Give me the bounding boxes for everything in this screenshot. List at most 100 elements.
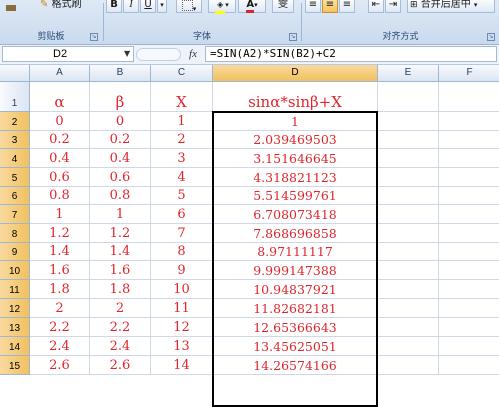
cell-c7[interactable]: 6 bbox=[151, 205, 213, 224]
cell-a1[interactable]: α bbox=[30, 82, 90, 112]
cell-c2[interactable]: 1 bbox=[151, 112, 213, 131]
cell-a10[interactable]: 1.6 bbox=[30, 261, 90, 280]
name-box-resize-handle[interactable] bbox=[136, 48, 181, 61]
cell-b13[interactable]: 2.2 bbox=[90, 318, 151, 337]
cell-b6[interactable]: 0.8 bbox=[90, 187, 151, 205]
cell-a14[interactable]: 2.4 bbox=[30, 337, 90, 356]
cell-f8[interactable] bbox=[439, 224, 499, 243]
cell-d14[interactable]: 13.45625051 bbox=[213, 337, 378, 356]
cell-c9[interactable]: 8 bbox=[151, 243, 213, 261]
cell-c10[interactable]: 9 bbox=[151, 261, 213, 280]
cell-a9[interactable]: 1.4 bbox=[30, 243, 90, 261]
cell-d10[interactable]: 9.999147388 bbox=[213, 261, 378, 280]
cell-d15[interactable]: 14.26574166 bbox=[213, 356, 378, 375]
column-header-b[interactable]: B bbox=[90, 65, 151, 82]
column-header-f[interactable]: F bbox=[439, 65, 499, 82]
name-box[interactable]: D2 bbox=[2, 46, 134, 62]
column-header-a[interactable]: A bbox=[30, 65, 90, 82]
cell-e13[interactable] bbox=[378, 318, 439, 337]
clipboard-launcher-icon[interactable]: ↘ bbox=[90, 33, 98, 41]
align-center-button[interactable]: ≡ bbox=[322, 0, 338, 13]
row-header[interactable]: 3 bbox=[0, 131, 30, 149]
font-color-button[interactable]: A▾ bbox=[238, 0, 266, 13]
cell-e8[interactable] bbox=[378, 224, 439, 243]
row-header[interactable]: 10 bbox=[0, 261, 30, 280]
cell-a3[interactable]: 0.2 bbox=[30, 131, 90, 149]
cell-b15[interactable]: 2.6 bbox=[90, 356, 151, 375]
cell-e5[interactable] bbox=[378, 168, 439, 187]
cell-d1[interactable]: sinα*sinβ+X bbox=[213, 82, 378, 112]
align-left-button[interactable]: ≡ bbox=[305, 0, 321, 13]
cell-b14[interactable]: 2.4 bbox=[90, 337, 151, 356]
cell-a2[interactable]: 0 bbox=[30, 112, 90, 131]
cell-d4[interactable]: 3.151646645 bbox=[213, 149, 378, 168]
cell-b12[interactable]: 2 bbox=[90, 299, 151, 318]
cell-d8[interactable]: 7.868696858 bbox=[213, 224, 378, 243]
cell-e6[interactable] bbox=[378, 187, 439, 205]
cell-c4[interactable]: 3 bbox=[151, 149, 213, 168]
cell-d9[interactable]: 8.97111117 bbox=[213, 243, 378, 261]
cell-b7[interactable]: 1 bbox=[90, 205, 151, 224]
cell-a11[interactable]: 1.8 bbox=[30, 280, 90, 299]
format-painter-button[interactable]: ✎ 格式刷 bbox=[40, 0, 98, 14]
cell-f2[interactable] bbox=[439, 112, 499, 131]
increase-indent-button[interactable]: ⇥ bbox=[385, 0, 401, 13]
cell-c3[interactable]: 2 bbox=[151, 131, 213, 149]
cell-e4[interactable] bbox=[378, 149, 439, 168]
paste-button[interactable] bbox=[2, 2, 34, 18]
cell-c8[interactable]: 7 bbox=[151, 224, 213, 243]
cell-f13[interactable] bbox=[439, 318, 499, 337]
cell-d5[interactable]: 4.318821123 bbox=[213, 168, 378, 187]
underline-button[interactable]: U bbox=[140, 0, 156, 13]
cell-f5[interactable] bbox=[439, 168, 499, 187]
cell-b8[interactable]: 1.2 bbox=[90, 224, 151, 243]
select-all-corner[interactable] bbox=[0, 65, 30, 82]
cell-c6[interactable]: 5 bbox=[151, 187, 213, 205]
cell-f7[interactable] bbox=[439, 205, 499, 224]
cell-e11[interactable] bbox=[378, 280, 439, 299]
cell-a15[interactable]: 2.6 bbox=[30, 356, 90, 375]
cell-a8[interactable]: 1.2 bbox=[30, 224, 90, 243]
cell-a5[interactable]: 0.6 bbox=[30, 168, 90, 187]
row-header[interactable]: 9 bbox=[0, 243, 30, 261]
cell-d3[interactable]: 2.039469503 bbox=[213, 131, 378, 149]
cell-b4[interactable]: 0.4 bbox=[90, 149, 151, 168]
bold-button[interactable]: B bbox=[106, 0, 122, 13]
cell-f10[interactable] bbox=[439, 261, 499, 280]
cell-f3[interactable] bbox=[439, 131, 499, 149]
borders-button[interactable]: ▾ bbox=[176, 0, 202, 13]
cell-a12[interactable]: 2 bbox=[30, 299, 90, 318]
cell-b9[interactable]: 1.4 bbox=[90, 243, 151, 261]
row-header[interactable]: 7 bbox=[0, 205, 30, 224]
column-header-d[interactable]: D bbox=[213, 65, 378, 82]
cell-f1[interactable] bbox=[439, 82, 499, 112]
cell-b11[interactable]: 1.8 bbox=[90, 280, 151, 299]
row-header[interactable]: 15 bbox=[0, 356, 30, 375]
cell-a7[interactable]: 1 bbox=[30, 205, 90, 224]
row-header[interactable]: 8 bbox=[0, 224, 30, 243]
chevron-down-icon[interactable]: ▼ bbox=[124, 49, 130, 58]
cell-e14[interactable] bbox=[378, 337, 439, 356]
cell-c11[interactable]: 10 bbox=[151, 280, 213, 299]
cell-b5[interactable]: 0.6 bbox=[90, 168, 151, 187]
cell-c15[interactable]: 14 bbox=[151, 356, 213, 375]
cell-c13[interactable]: 12 bbox=[151, 318, 213, 337]
cell-f11[interactable] bbox=[439, 280, 499, 299]
cell-f9[interactable] bbox=[439, 243, 499, 261]
cell-f12[interactable] bbox=[439, 299, 499, 318]
row-header[interactable]: 4 bbox=[0, 149, 30, 168]
cell-a4[interactable]: 0.4 bbox=[30, 149, 90, 168]
cell-b10[interactable]: 1.6 bbox=[90, 261, 151, 280]
cell-c5[interactable]: 4 bbox=[151, 168, 213, 187]
cell-f4[interactable] bbox=[439, 149, 499, 168]
row-header[interactable]: 11 bbox=[0, 280, 30, 299]
column-header-c[interactable]: C bbox=[151, 65, 213, 82]
cell-e2[interactable] bbox=[378, 112, 439, 131]
row-header[interactable]: 13 bbox=[0, 318, 30, 337]
cell-d2[interactable]: 1 bbox=[213, 112, 378, 131]
cell-f6[interactable] bbox=[439, 187, 499, 205]
row-header[interactable]: 5 bbox=[0, 168, 30, 187]
merge-center-button[interactable]: ⊞ 合并后居中 ▾ bbox=[407, 0, 495, 13]
cell-b3[interactable]: 0.2 bbox=[90, 131, 151, 149]
cell-d6[interactable]: 5.514599761 bbox=[213, 187, 378, 205]
